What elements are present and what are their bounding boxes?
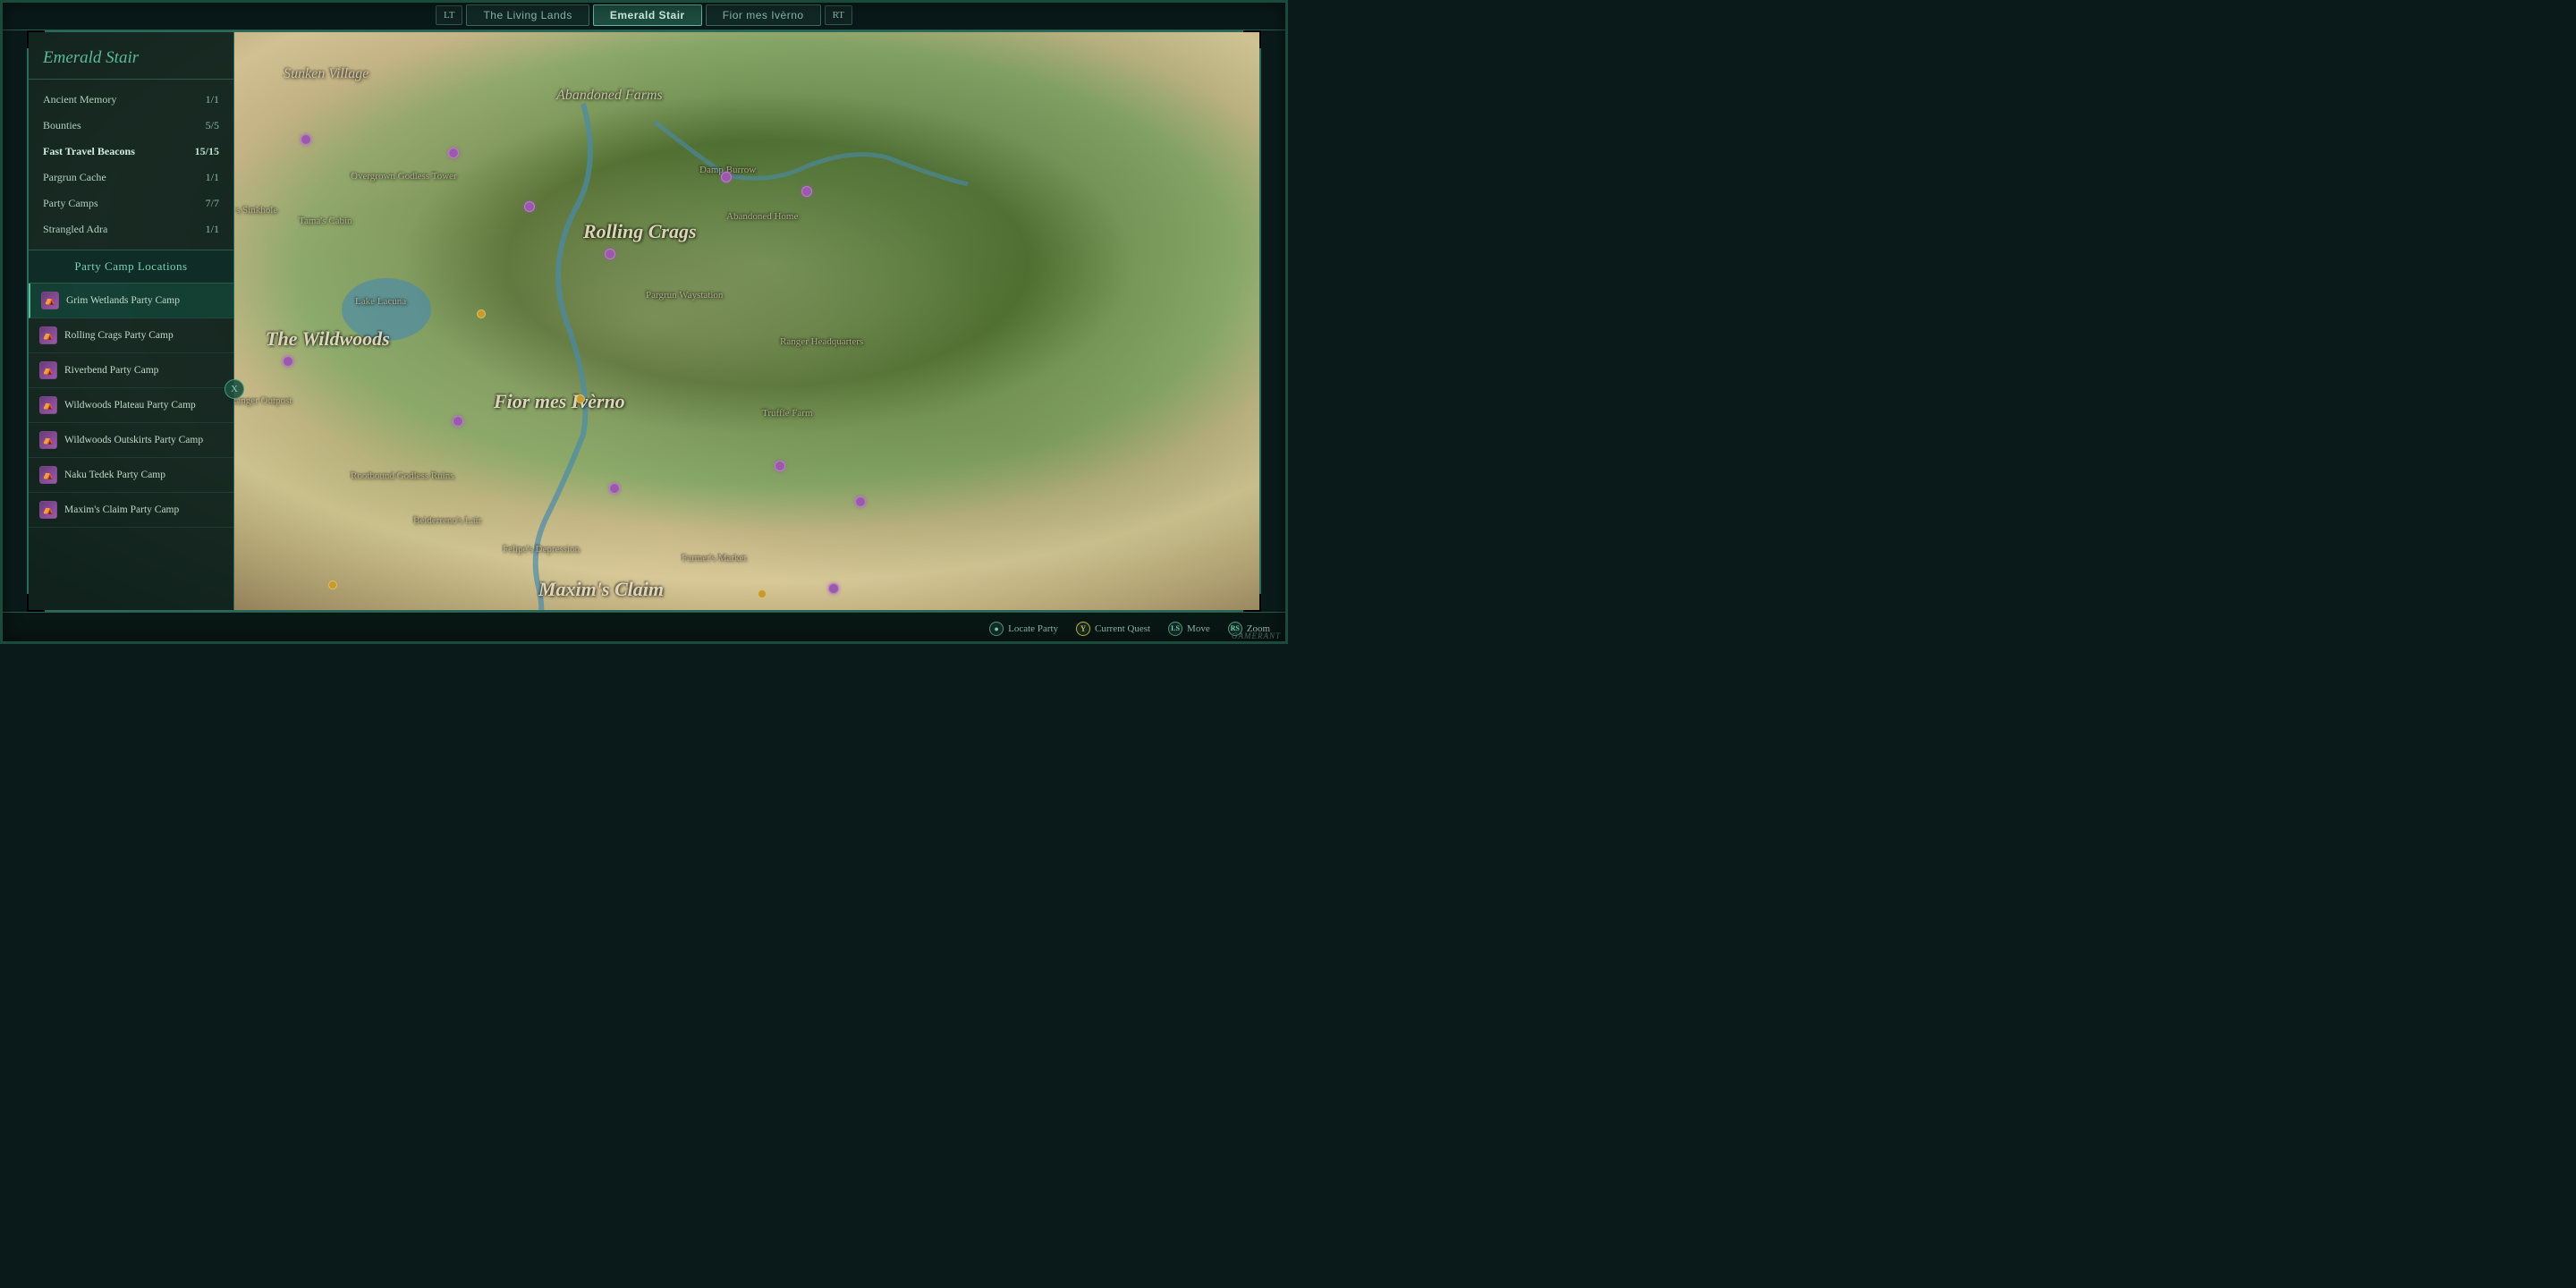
camp-name-wildwoods-outskirts: Wildwoods Outskirts Party Camp <box>64 435 203 445</box>
stat-label-pargrun-cache: Pargrun Cache <box>43 171 106 184</box>
camp-item-grim-wetlands[interactable]: Grim Wetlands Party Camp <box>29 284 233 318</box>
camp-item-rolling-crags[interactable]: Rolling Crags Party Camp <box>29 318 233 353</box>
stat-value-strangled-adra: 1/1 <box>206 223 219 236</box>
camp-name-maxims-claim: Maxim's Claim Party Camp <box>64 504 179 515</box>
current-quest-button-icon[interactable]: Y <box>1076 622 1090 636</box>
sidebar-panel: Emerald Stair Ancient Memory 1/1 Bountie… <box>29 32 234 610</box>
camp-icon-wildwoods-plateau <box>39 396 57 414</box>
camp-name-naku-tedek: Naku Tedek Party Camp <box>64 470 165 480</box>
bottom-action-bar: ● Locate Party Y Current Quest LS Move R… <box>0 612 1288 644</box>
map-marker-7 <box>283 356 293 367</box>
stat-value-fast-travel-beacons: 15/15 <box>195 145 219 158</box>
corner-top-left <box>27 30 45 48</box>
camp-list: Grim Wetlands Party Camp Rolling Crags P… <box>29 284 233 528</box>
action-locate-party: ● Locate Party <box>989 622 1058 636</box>
map-marker-8 <box>453 416 463 427</box>
top-navigation: LT The Living Lands Emerald Stair Fior m… <box>0 0 1288 30</box>
map-marker-2 <box>448 148 459 158</box>
sidebar-title: Emerald Stair <box>29 32 233 80</box>
map-marker-building-3 <box>328 580 337 589</box>
camp-item-wildwoods-outskirts[interactable]: Wildwoods Outskirts Party Camp <box>29 423 233 458</box>
move-label: Move <box>1187 623 1210 634</box>
stat-label-party-camps: Party Camps <box>43 197 98 210</box>
map-marker-1 <box>301 134 311 145</box>
camp-item-wildwoods-plateau[interactable]: Wildwoods Plateau Party Camp <box>29 388 233 423</box>
stat-party-camps: Party Camps 7/7 <box>29 191 233 216</box>
current-quest-label: Current Quest <box>1095 623 1150 634</box>
camp-icon-maxims-claim <box>39 501 57 519</box>
corner-top-right <box>1243 30 1261 48</box>
stat-pargrun-cache: Pargrun Cache 1/1 <box>29 165 233 191</box>
party-camps-header: Party Camp Locations X <box>29 250 233 284</box>
corner-bottom-left <box>27 594 45 612</box>
map-container: Sunken Village Abandoned Farms Rolling C… <box>27 30 1261 612</box>
map-marker-10 <box>775 461 785 471</box>
right-trigger-button[interactable]: RT <box>825 5 852 25</box>
map-marker-6 <box>801 186 812 197</box>
camp-name-rolling-crags: Rolling Crags Party Camp <box>64 330 174 341</box>
camp-item-naku-tedek[interactable]: Naku Tedek Party Camp <box>29 458 233 493</box>
camp-icon-naku-tedek <box>39 466 57 484</box>
action-move: LS Move <box>1168 622 1210 636</box>
camp-icon-grim-wetlands <box>41 292 59 309</box>
locate-party-button-icon[interactable]: ● <box>989 622 1004 636</box>
stat-value-ancient-memory: 1/1 <box>206 93 219 106</box>
stat-strangled-adra: Strangled Adra 1/1 <box>29 216 233 242</box>
map-marker-building-1 <box>576 394 585 403</box>
camp-item-maxims-claim[interactable]: Maxim's Claim Party Camp <box>29 493 233 528</box>
tab-fior-mes-iverno[interactable]: Fior mes Ivèrno <box>706 4 821 26</box>
camp-name-grim-wetlands: Grim Wetlands Party Camp <box>66 295 180 306</box>
camp-icon-riverbend <box>39 361 57 379</box>
map-marker-3 <box>524 201 535 212</box>
stat-bounties: Bounties 5/5 <box>29 113 233 139</box>
map-marker-9 <box>609 483 620 494</box>
camp-item-riverbend[interactable]: Riverbend Party Camp <box>29 353 233 388</box>
map-marker-12 <box>828 583 839 594</box>
left-trigger-button[interactable]: LT <box>436 5 462 25</box>
camp-icon-rolling-crags <box>39 326 57 344</box>
tab-emerald-stair[interactable]: Emerald Stair <box>593 4 702 26</box>
party-camps-title: Party Camp Locations <box>36 259 226 274</box>
party-camps-section: Party Camp Locations X Grim Wetlands Par… <box>29 250 233 528</box>
tab-living-lands[interactable]: The Living Lands <box>466 4 589 26</box>
stat-fast-travel-beacons: Fast Travel Beacons 15/15 <box>29 139 233 165</box>
map-marker-4 <box>605 249 615 259</box>
stat-label-bounties: Bounties <box>43 119 81 132</box>
move-button-icon: LS <box>1168 622 1182 636</box>
action-current-quest: Y Current Quest <box>1076 622 1150 636</box>
stat-value-bounties: 5/5 <box>206 119 219 132</box>
stat-label-ancient-memory: Ancient Memory <box>43 93 116 106</box>
map-marker-5 <box>721 172 732 182</box>
camp-icon-wildwoods-outskirts <box>39 431 57 449</box>
corner-bottom-right <box>1243 594 1261 612</box>
stats-list: Ancient Memory 1/1 Bounties 5/5 Fast Tra… <box>29 80 233 250</box>
camp-name-riverbend: Riverbend Party Camp <box>64 365 158 376</box>
locate-party-label: Locate Party <box>1008 623 1058 634</box>
stat-ancient-memory: Ancient Memory 1/1 <box>29 87 233 113</box>
camp-name-wildwoods-plateau: Wildwoods Plateau Party Camp <box>64 400 196 411</box>
map-marker-building-5 <box>758 589 767 598</box>
gamerant-watermark: GAMERANT <box>1232 631 1281 640</box>
stat-label-fast-travel-beacons: Fast Travel Beacons <box>43 145 135 158</box>
stat-value-party-camps: 7/7 <box>206 197 219 210</box>
map-marker-11 <box>855 496 866 507</box>
close-party-camps-button[interactable]: X <box>225 379 244 399</box>
stat-value-pargrun-cache: 1/1 <box>206 171 219 184</box>
stat-label-strangled-adra: Strangled Adra <box>43 223 107 236</box>
map-marker-building-2 <box>477 309 486 318</box>
